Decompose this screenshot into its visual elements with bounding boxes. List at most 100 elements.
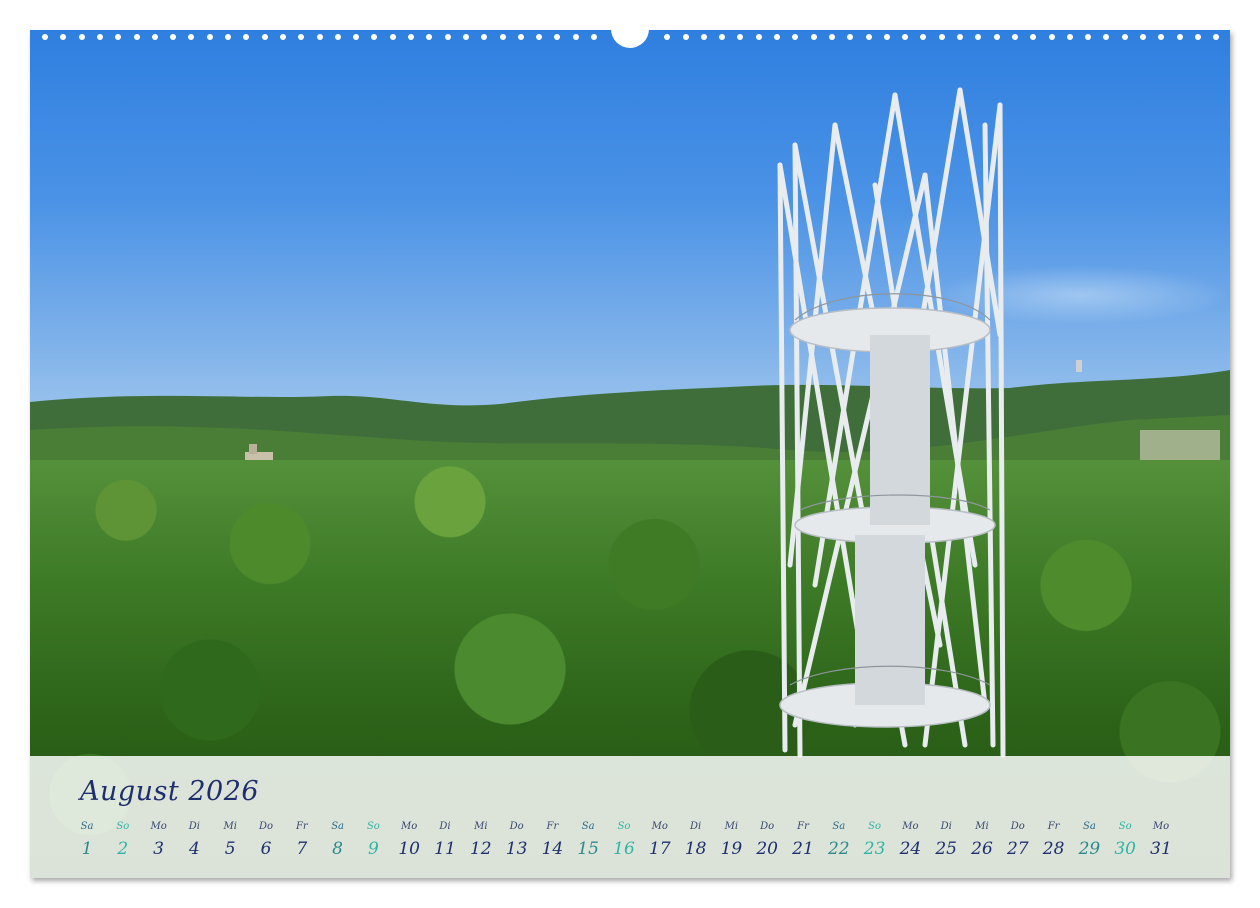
weekday-label: Sa <box>581 821 595 832</box>
day-cell: Mi 26 <box>967 820 997 860</box>
day-number: 6 <box>260 839 272 859</box>
day-number: 4 <box>188 839 200 859</box>
day-cell: Sa 1 <box>72 820 102 860</box>
day-cell: Sa 29 <box>1074 820 1104 860</box>
day-cell: Sa 8 <box>323 820 353 860</box>
weekday-label: Do <box>1010 821 1025 832</box>
weekday-label: So <box>1118 821 1132 832</box>
day-number: 16 <box>613 839 635 859</box>
day-number: 13 <box>505 839 528 859</box>
day-cell: So 9 <box>358 820 388 860</box>
day-cell: Sa 15 <box>573 820 603 860</box>
day-number: 25 <box>935 839 957 859</box>
day-row: Sa 1 So 2 Mo 3 Di 4 Mi 5 Do 6 Fr 7 Sa 8 So 9 Mo 10 Di 11 Mi 12 D… <box>80 820 1210 876</box>
day-cell: Do 13 <box>502 820 532 860</box>
day-cell: Mi 5 <box>215 820 245 860</box>
day-number: 18 <box>684 839 707 859</box>
day-number: 5 <box>224 839 236 859</box>
day-cell: So 16 <box>609 820 639 860</box>
day-number: 9 <box>367 839 379 859</box>
weekday-label: So <box>868 821 882 832</box>
weekday-label: Di <box>439 821 451 832</box>
calendar-sheet: August 2026 Sa 1 So 2 Mo 3 Di 4 Mi 5 Do 6 Fr 7 Sa 8 So 9 M… <box>30 30 1230 878</box>
weekday-label: Do <box>258 821 274 832</box>
observation-tower <box>777 87 1006 758</box>
weekday-label: Mo <box>651 821 668 832</box>
weekday-label: Mi <box>724 821 739 832</box>
day-cell: Mi 12 <box>466 820 496 860</box>
weekday-label: Mi <box>975 821 989 832</box>
weekday-label: Mi <box>223 821 237 832</box>
calendar-page: August 2026 Sa 1 So 2 Mo 3 Di 4 Mi 5 Do 6 Fr 7 Sa 8 So 9 M… <box>0 0 1260 908</box>
weekday-label: So <box>617 821 631 832</box>
weekday-label: Fr <box>295 821 308 832</box>
month-title: August 2026 <box>80 776 260 807</box>
day-cell: Di 18 <box>681 820 711 860</box>
day-cell: Mo 17 <box>645 820 675 860</box>
day-number: 11 <box>434 839 456 859</box>
day-cell: Fr 28 <box>1039 820 1069 860</box>
day-number: 19 <box>720 839 743 859</box>
day-number: 23 <box>863 839 886 859</box>
day-number: 14 <box>541 839 564 859</box>
weekday-label: Mo <box>1152 821 1170 832</box>
weekday-label: Do <box>760 821 775 832</box>
day-cell: So 2 <box>108 820 138 860</box>
day-number: 21 <box>792 839 814 859</box>
day-number: 29 <box>1078 839 1101 859</box>
day-number: 28 <box>1042 839 1065 859</box>
weekday-label: Mo <box>401 821 418 832</box>
weekday-label: Mi <box>474 821 488 832</box>
day-number: 10 <box>398 839 420 859</box>
day-number: 30 <box>1114 839 1136 859</box>
day-number: 17 <box>648 839 671 859</box>
day-cell: Do 6 <box>251 820 281 860</box>
day-number: 22 <box>827 839 850 859</box>
day-cell: Di 4 <box>179 820 209 860</box>
day-number: 1 <box>81 839 93 859</box>
weekday-label: Sa <box>1082 821 1096 832</box>
day-cell: Mi 19 <box>716 820 746 860</box>
weekday-label: Mo <box>150 821 167 832</box>
calendar-strip: August 2026 Sa 1 So 2 Mo 3 Di 4 Mi 5 Do 6 Fr 7 Sa 8 So 9 M… <box>30 756 1230 878</box>
day-cell: Mo 24 <box>895 820 925 860</box>
day-number: 3 <box>153 839 164 859</box>
weekday-label: Sa <box>832 821 846 832</box>
day-cell: So 30 <box>1110 820 1140 860</box>
landscape-photo <box>30 30 1230 878</box>
weekday-label: Di <box>940 821 952 832</box>
day-number: 12 <box>469 839 492 859</box>
weekday-label: So <box>116 821 130 832</box>
day-number: 7 <box>296 839 308 859</box>
weekday-label: So <box>366 821 380 832</box>
day-number: 8 <box>332 839 343 859</box>
weekday-label: Sa <box>80 821 94 832</box>
day-cell: Mo 10 <box>394 820 424 860</box>
day-number: 20 <box>756 839 778 859</box>
day-cell: Sa 22 <box>824 820 854 860</box>
day-cell: Di 25 <box>931 820 961 860</box>
day-cell: Do 27 <box>1003 820 1033 860</box>
weekday-label: Di <box>188 821 200 832</box>
day-cell: So 23 <box>860 820 890 860</box>
day-cell: Mo 31 <box>1146 820 1176 860</box>
day-cell: Fr 21 <box>788 820 818 860</box>
weekday-label: Di <box>689 821 702 832</box>
day-number: 2 <box>117 839 129 859</box>
weekday-label: Sa <box>331 821 344 832</box>
day-cell: Mo 3 <box>144 820 174 860</box>
day-cell: Fr 14 <box>537 820 567 860</box>
day-cell: Di 11 <box>430 820 460 860</box>
weekday-label: Fr <box>797 821 809 832</box>
day-number: 27 <box>1006 839 1029 859</box>
day-number: 26 <box>971 839 993 859</box>
weekday-label: Mo <box>902 821 919 832</box>
day-number: 31 <box>1150 839 1172 859</box>
day-number: 24 <box>899 839 922 859</box>
weekday-label: Do <box>509 821 524 832</box>
day-number: 15 <box>577 839 599 859</box>
day-cell: Fr 7 <box>287 820 317 860</box>
weekday-label: Fr <box>546 821 559 832</box>
day-cell: Do 20 <box>752 820 782 860</box>
weekday-label: Fr <box>1047 821 1060 832</box>
